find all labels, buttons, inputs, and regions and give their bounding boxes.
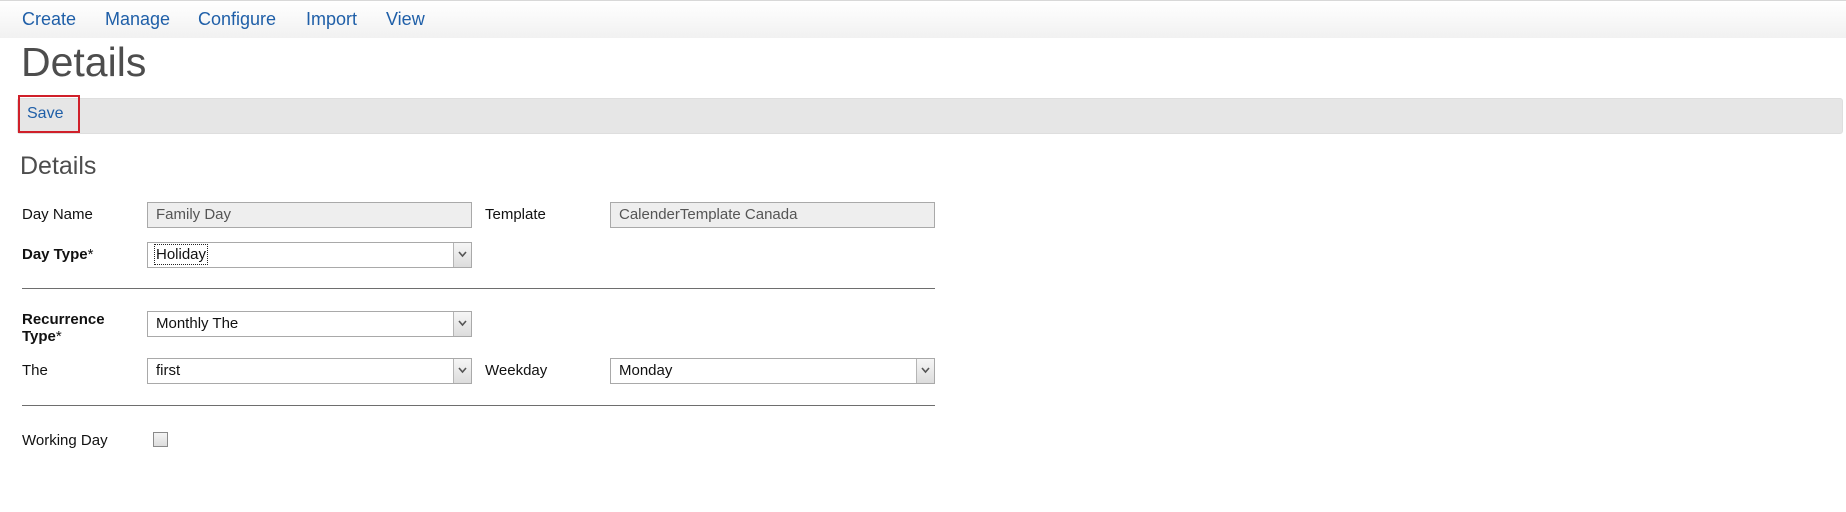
section-divider <box>22 405 935 406</box>
action-toolbar <box>17 98 1843 134</box>
day-type-label: Day Type* <box>22 246 93 263</box>
page-title: Details <box>21 39 147 85</box>
day-type-label-text: Day Type <box>22 246 88 263</box>
recurrence-type-label: Recurrence Type* <box>22 311 105 345</box>
weekday-value: Monday <box>619 362 673 379</box>
section-title: Details <box>20 152 97 180</box>
nav-create[interactable]: Create <box>22 9 76 30</box>
weekday-select[interactable]: Monday <box>610 358 935 384</box>
nav-manage[interactable]: Manage <box>105 9 170 30</box>
recurrence-type-label-line2: Type <box>22 328 56 345</box>
working-day-checkbox[interactable] <box>153 432 168 447</box>
save-button[interactable]: Save <box>18 95 80 133</box>
day-type-value: Holiday <box>153 244 209 265</box>
recurrence-type-select[interactable]: Monthly The <box>147 311 472 337</box>
required-marker: * <box>55 328 62 345</box>
working-day-label: Working Day <box>22 432 108 449</box>
nav-view[interactable]: View <box>386 9 425 30</box>
day-name-label: Day Name <box>22 206 93 223</box>
chevron-down-icon[interactable] <box>453 312 471 336</box>
weekday-label: Weekday <box>485 362 548 379</box>
template-label: Template <box>485 206 546 223</box>
required-marker: * <box>87 246 94 263</box>
recurrence-type-value: Monthly The <box>156 315 239 332</box>
recurrence-type-label-line1: Recurrence <box>22 311 105 328</box>
the-label: The <box>22 362 48 379</box>
chevron-down-icon[interactable] <box>916 359 934 383</box>
the-value: first <box>156 362 181 379</box>
nav-configure[interactable]: Configure <box>198 9 276 30</box>
day-name-field[interactable]: Family Day <box>147 202 472 228</box>
nav-import[interactable]: Import <box>306 9 357 30</box>
section-divider <box>22 288 935 289</box>
the-select[interactable]: first <box>147 358 472 384</box>
template-field[interactable]: CalenderTemplate Canada <box>610 202 935 228</box>
top-nav: Create Manage Configure Import View <box>0 0 1846 38</box>
day-type-select[interactable]: Holiday <box>147 242 472 268</box>
chevron-down-icon[interactable] <box>453 359 471 383</box>
chevron-down-icon[interactable] <box>453 243 471 267</box>
